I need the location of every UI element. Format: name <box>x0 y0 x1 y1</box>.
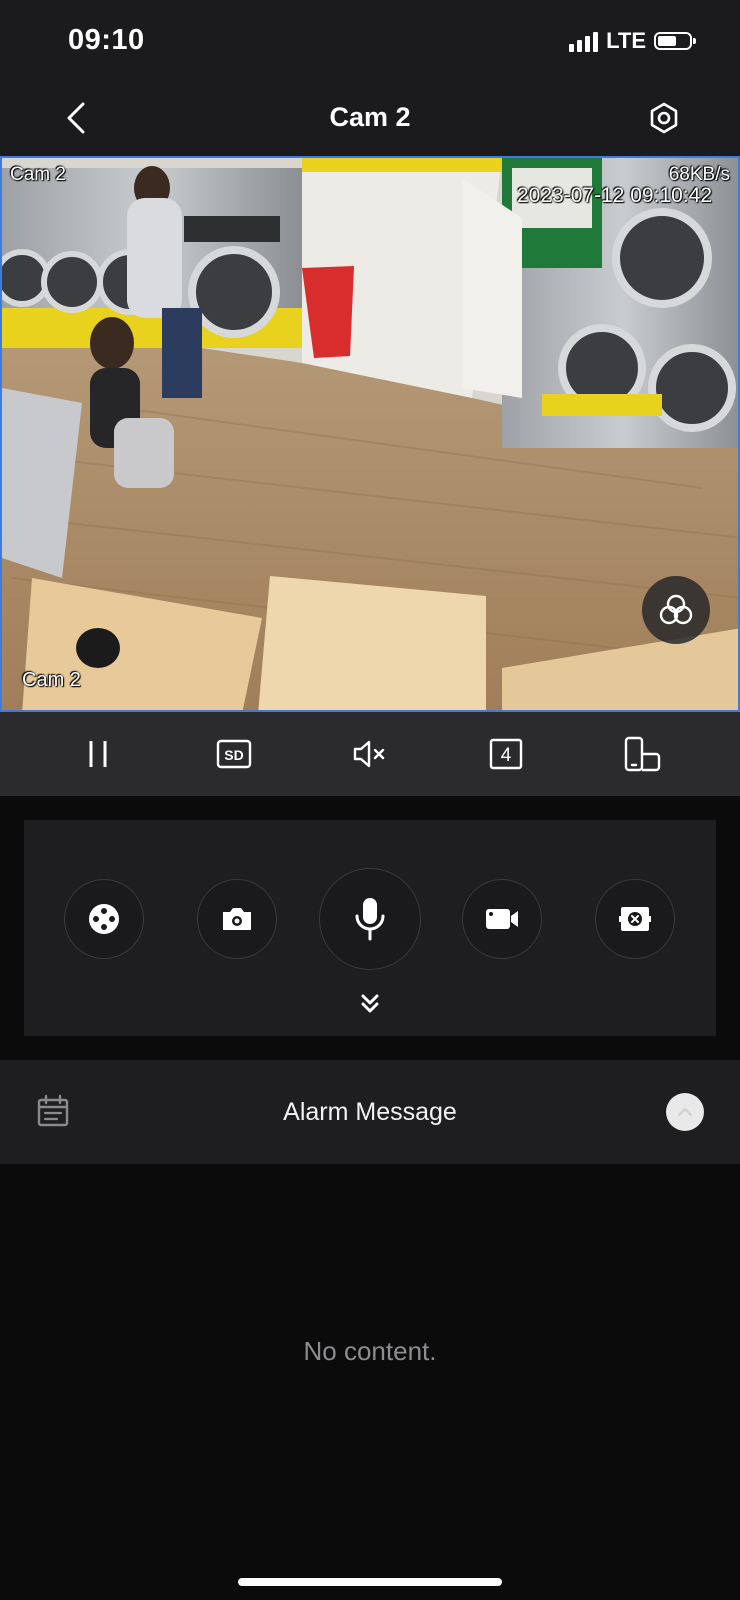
stream-quality-button[interactable]: SD <box>206 726 262 782</box>
camera-icon <box>223 908 251 930</box>
speaker-muted-icon <box>353 740 385 768</box>
alarm-message-header: Alarm Message <box>0 1060 740 1164</box>
camera-feed-image <box>2 158 738 710</box>
snapshot-button[interactable] <box>197 879 277 959</box>
three-circles-icon <box>659 594 693 625</box>
expand-more-button[interactable] <box>350 988 390 1020</box>
video-timestamp: 2023-07-12 09:10:42 <box>517 184 712 207</box>
fisheye-icon <box>619 907 651 931</box>
network-type: LTE <box>606 28 646 53</box>
chevron-up-icon <box>678 1108 692 1116</box>
playback-controls: SD 4 <box>0 712 740 796</box>
split-count-icon: 4 <box>489 738 523 770</box>
live-actions-panel <box>24 820 716 1036</box>
double-chevron-down-icon <box>361 994 379 1013</box>
pause-icon <box>89 741 107 767</box>
live-video-view[interactable]: Cam 2 68KB/s 2023-07-12 09:10:42 Cam 2 <box>0 156 740 712</box>
quality-label: SD <box>224 747 243 763</box>
channel-label-top: Cam 2 <box>10 164 66 185</box>
collapse-alarm-button[interactable] <box>666 1093 704 1131</box>
status-time: 09:10 <box>68 24 145 56</box>
status-indicators: LTE <box>569 28 696 54</box>
settings-button[interactable] <box>640 94 688 142</box>
microphone-icon <box>355 898 385 941</box>
ptz-button[interactable] <box>64 879 144 959</box>
sd-icon: SD <box>216 739 252 769</box>
fisheye-button[interactable] <box>595 879 675 959</box>
cellular-signal-icon <box>569 30 599 52</box>
rotate-screen-icon <box>624 736 661 772</box>
channel-label-bottom: Cam 2 <box>22 669 81 691</box>
rotate-screen-button[interactable] <box>614 726 670 782</box>
alarm-message-title: Alarm Message <box>283 1098 457 1126</box>
ptz-dial-icon <box>89 904 119 934</box>
multi-view-button[interactable] <box>642 576 710 644</box>
split-count-label: 4 <box>501 745 512 766</box>
video-record-icon <box>486 909 518 929</box>
page-title: Cam 2 <box>329 102 411 132</box>
talk-button[interactable] <box>319 868 421 970</box>
empty-state-text: No content. <box>303 1336 437 1366</box>
status-bar: 09:10 LTE <box>0 0 740 80</box>
nav-bar: Cam 2 <box>0 80 740 156</box>
mute-button[interactable] <box>342 726 398 782</box>
pause-button[interactable] <box>70 726 126 782</box>
bitrate-readout: 68KB/s <box>668 164 730 185</box>
record-button[interactable] <box>462 879 542 959</box>
battery-icon <box>654 32 696 50</box>
home-indicator[interactable] <box>238 1578 502 1586</box>
split-screen-button[interactable]: 4 <box>478 726 534 782</box>
settings-hexagon-icon <box>650 102 678 134</box>
